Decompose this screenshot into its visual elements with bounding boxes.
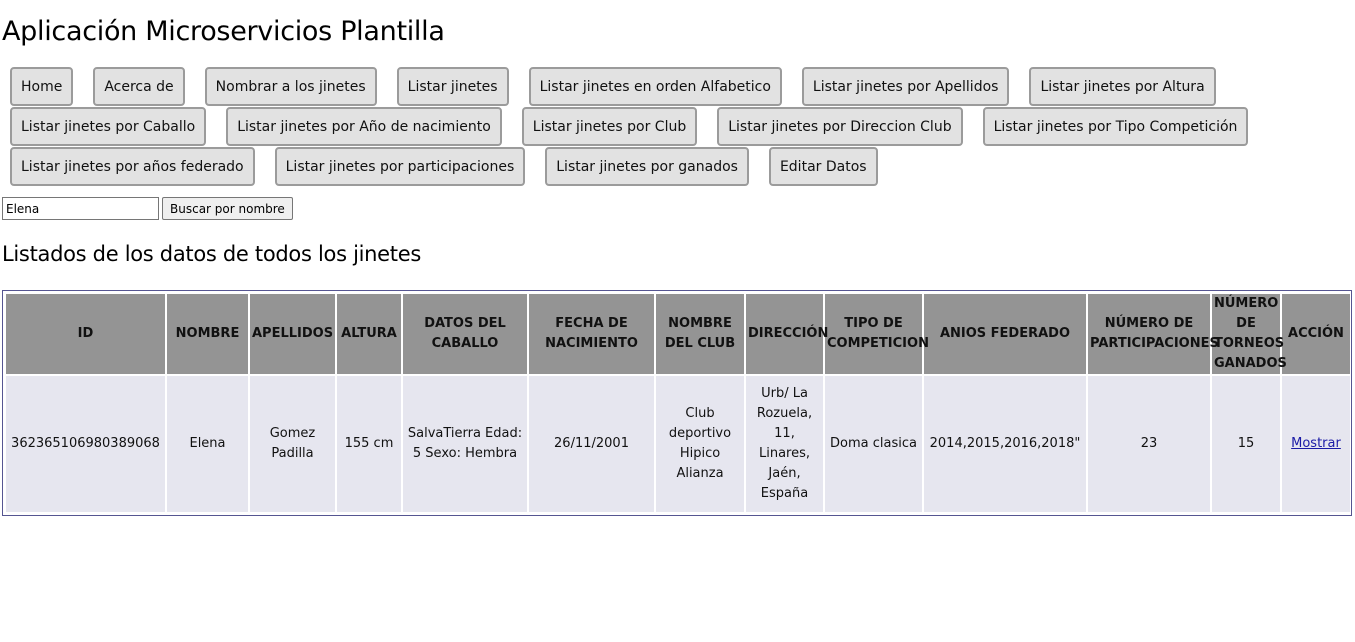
cell-nombre: Elena [167,376,248,512]
header-tipo-competicion: TIPO DE COMPETICION [825,294,929,374]
nav-row-2: Listar jinetes por Caballo Listar jinete… [10,107,1249,147]
nav-list-by-wins-button[interactable]: Listar jinetes por ganados [545,147,749,186]
search-input[interactable] [2,197,159,220]
header-apellidos: APELLIDOS [250,294,335,374]
cell-caballo: SalvaTierra Edad: 5 Sexo: Hembra [403,376,527,512]
cell-id: 362365106980389068 [6,376,165,512]
nav-list-by-years-federated-button[interactable]: Listar jinetes por años federado [10,147,255,186]
cell-fecha-nacimiento: 26/11/2001 [529,376,654,512]
cell-apellidos: Gomez Padilla [250,376,335,512]
nav-list-by-competition-type-button[interactable]: Listar jinetes por Tipo Competición [982,107,1249,146]
cell-club: Club deportivo Hipico Alianza [656,376,744,512]
header-anios-federado: ANIOS FEDERADO [924,294,1086,374]
show-link[interactable]: Mostrar [1291,436,1341,451]
nav-home-button[interactable]: Home [10,67,74,106]
nav-list-by-club-address-button[interactable]: Listar jinetes por Direccion Club [717,107,963,146]
cell-anios-federado: 2014,2015,2016,2018" [924,376,1086,512]
nav-list-alphabetical-button[interactable]: Listar jinetes en orden Alfabetico [528,67,782,106]
table-header-row: ID NOMBRE APELLIDOS ALTURA DATOS DEL CAB… [6,294,1350,374]
search-button[interactable]: Buscar por nombre [162,197,293,220]
header-participaciones: NÚMERO DE PARTICIPACIONES [1088,294,1219,374]
nav-row-1: Home Acerca de Nombrar a los jinetes Lis… [10,67,1216,107]
cell-direccion: Urb/ La Rozuela, 11, Linares, Jaén, Espa… [746,376,823,512]
page-title: Aplicación Microservicios Plantilla [2,16,445,47]
header-altura: ALTURA [337,294,401,374]
header-accion: ACCIÓN [1282,294,1350,374]
nav-list-by-club-button[interactable]: Listar jinetes por Club [521,107,698,146]
header-nombre: NOMBRE [167,294,248,374]
header-caballo: DATOS DEL CABALLO [403,294,527,374]
header-direccion: DIRECCIÓN [746,294,828,374]
cell-tipo-competicion: Doma clasica [825,376,922,512]
cell-altura: 155 cm [337,376,401,512]
header-club: NOMBRE DEL CLUB [656,294,744,374]
main-nav: Home Acerca de Nombrar a los jinetes Lis… [10,67,1249,187]
riders-table-container: ID NOMBRE APELLIDOS ALTURA DATOS DEL CAB… [2,290,1352,516]
nav-list-by-participations-button[interactable]: Listar jinetes por participaciones [274,147,526,186]
cell-torneos-ganados: 15 [1212,376,1280,512]
nav-list-by-horse-button[interactable]: Listar jinetes por Caballo [10,107,207,146]
header-fecha-nacimiento: FECHA DE NACIMIENTO [529,294,654,374]
table-row: 362365106980389068 Elena Gomez Padilla 1… [6,376,1350,512]
nav-edit-data-button[interactable]: Editar Datos [768,147,878,186]
nav-list-riders-button[interactable]: Listar jinetes [396,67,509,106]
nav-about-button[interactable]: Acerca de [93,67,185,106]
header-torneos-ganados: NÚMERO DE TORNEOS GANADOS [1212,294,1287,374]
riders-table: ID NOMBRE APELLIDOS ALTURA DATOS DEL CAB… [4,292,1352,514]
cell-participaciones: 23 [1088,376,1210,512]
nav-name-riders-button[interactable]: Nombrar a los jinetes [204,67,377,106]
section-title: Listados de los datos de todos los jinet… [2,242,421,266]
cell-accion: Mostrar [1282,376,1350,512]
nav-list-by-birth-year-button[interactable]: Listar jinetes por Año de nacimiento [226,107,502,146]
search-bar: Buscar por nombre [2,197,293,220]
nav-list-by-surname-button[interactable]: Listar jinetes por Apellidos [801,67,1010,106]
header-id: ID [6,294,165,374]
nav-row-3: Listar jinetes por años federado Listar … [10,147,1210,187]
nav-list-by-height-button[interactable]: Listar jinetes por Altura [1029,67,1216,106]
